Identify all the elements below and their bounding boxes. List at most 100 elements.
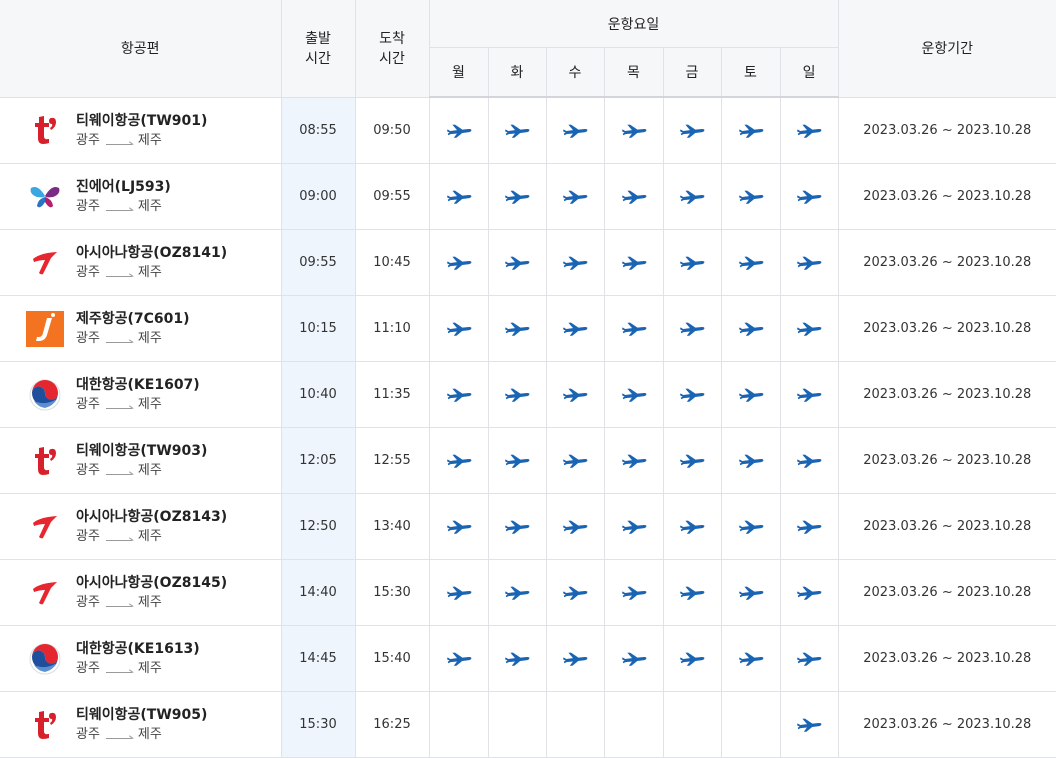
airplane-icon: [505, 520, 530, 534]
route-origin: 광주: [76, 397, 100, 412]
route-destination: 제주: [137, 463, 162, 478]
airplane-icon: [680, 454, 705, 468]
header-day-sat: 토: [720, 47, 781, 98]
airplane-icon: [505, 124, 530, 138]
airplane-icon: [797, 652, 822, 666]
route-arrow-icon: [105, 271, 132, 277]
departure-time: 08:55: [280, 96, 356, 164]
header-departure-time: 출발 시간: [280, 0, 356, 98]
airplane-icon: [505, 454, 530, 468]
route-arrow-icon: [105, 205, 132, 211]
operating-period: 2023.03.26 ~ 2023.10.28: [837, 691, 1056, 758]
asiana-logo-icon: [26, 508, 64, 546]
flight-name: 제주항공(7C601): [76, 311, 190, 327]
header-day-wed: 수: [545, 47, 605, 98]
header-day-mon: 월: [429, 47, 489, 98]
airplane-icon: [738, 520, 763, 534]
airplane-icon: [563, 322, 588, 336]
day-cell-fri: [662, 229, 722, 296]
route-origin: 광주: [76, 331, 100, 346]
day-cell-tue: [487, 163, 547, 230]
arrival-time: 09:55: [354, 163, 430, 230]
airplane-icon: [797, 718, 822, 732]
header-day-sun: 일: [779, 47, 839, 98]
day-cell-tue: [487, 427, 547, 494]
day-cell-thu: [603, 559, 664, 626]
day-cell-thu: [603, 427, 664, 494]
day-cell-mon: [428, 559, 489, 626]
airplane-icon: [446, 652, 471, 666]
day-cell-thu: [603, 625, 664, 692]
airplane-icon: [563, 586, 588, 600]
day-cell-fri: [662, 559, 722, 626]
header-day-tue: 화: [487, 47, 547, 98]
route-destination: 제주: [137, 199, 162, 214]
airplane-icon: [797, 190, 822, 204]
arrival-time: 13:40: [354, 493, 430, 560]
operating-period: 2023.03.26 ~ 2023.10.28: [837, 427, 1056, 494]
route-origin: 광주: [76, 463, 100, 478]
departure-time: 09:00: [280, 163, 356, 230]
airplane-icon: [446, 586, 471, 600]
route-origin: 광주: [76, 529, 100, 544]
flight-route: 광주 제주: [76, 529, 227, 545]
day-cell-wed: [545, 625, 605, 692]
day-cell-fri: [662, 295, 722, 362]
day-cell-wed: [545, 163, 605, 230]
flight-name: 티웨이항공(TW901): [76, 112, 208, 129]
day-cell-sun: [779, 493, 839, 560]
tway-logo-icon: [26, 442, 64, 480]
day-cell-wed: [545, 229, 605, 296]
day-cell-fri: [662, 163, 722, 230]
table-row: 제주항공(7C601) 광주 제주 10:15 11:10 2023.03.26…: [0, 295, 1056, 362]
route-destination: 제주: [137, 727, 162, 742]
day-cell-thu: [603, 691, 664, 758]
header-arrival-line2: 시간: [379, 51, 405, 68]
day-cell-fri: [662, 361, 722, 428]
jejuair-logo-icon: [26, 310, 64, 348]
route-destination: 제주: [137, 265, 162, 280]
asiana-logo-icon: [26, 244, 64, 282]
flight-name: 아시아나항공(OZ8141): [76, 245, 228, 261]
flight-name: 티웨이항공(TW905): [76, 707, 208, 723]
day-cell-thu: [603, 163, 664, 230]
route-destination: 제주: [137, 397, 162, 412]
table-header: 항공편 출발 시간 도착 시간 운항요일 운항기간 월 화 수 목 금 토 일: [0, 0, 1056, 98]
flight-route: 광주 제주: [76, 331, 190, 347]
airplane-icon: [446, 520, 471, 534]
operating-period: 2023.03.26 ~ 2023.10.28: [837, 361, 1056, 428]
departure-time: 10:15: [280, 295, 356, 362]
header-arrival-time: 도착시간: [354, 0, 430, 98]
departure-time: 14:40: [280, 559, 356, 626]
day-cell-fri: [662, 625, 722, 692]
day-cell-sat: [720, 427, 781, 494]
flight-name: 티웨이항공(TW903): [76, 443, 208, 459]
day-cell-mon: [428, 691, 489, 758]
airplane-icon: [505, 256, 530, 270]
day-cell-thu: [603, 96, 664, 164]
airplane-icon: [621, 520, 646, 534]
airplane-icon: [797, 454, 822, 468]
arrival-time: 15:40: [354, 625, 430, 692]
day-cell-wed: [545, 691, 605, 758]
day-cell-wed: [545, 493, 605, 560]
day-cell-tue: [487, 295, 547, 362]
route-arrow-icon: [105, 667, 132, 673]
route-arrow-icon: [105, 469, 132, 475]
operating-period: 2023.03.26 ~ 2023.10.28: [837, 295, 1056, 362]
flight-cell: 진에어(LJ593) 광주 제주: [0, 163, 282, 230]
operating-period: 2023.03.26 ~ 2023.10.28: [837, 96, 1056, 164]
header-departure-line1: 출발: [305, 31, 331, 48]
route-arrow-icon: [105, 601, 132, 607]
arrival-time: 09:50: [354, 96, 430, 164]
day-cell-tue: [487, 493, 547, 560]
header-arrival-line1: 도착: [379, 31, 405, 48]
flight-route: 광주 제주: [76, 199, 171, 215]
flight-route: 광주 제주: [76, 397, 200, 413]
flight-name: 진에어(LJ593): [76, 179, 171, 195]
airplane-icon: [738, 652, 763, 666]
airplane-icon: [446, 190, 471, 204]
day-cell-wed: [545, 295, 605, 362]
day-cell-sun: [779, 625, 839, 692]
airplane-icon: [797, 520, 822, 534]
